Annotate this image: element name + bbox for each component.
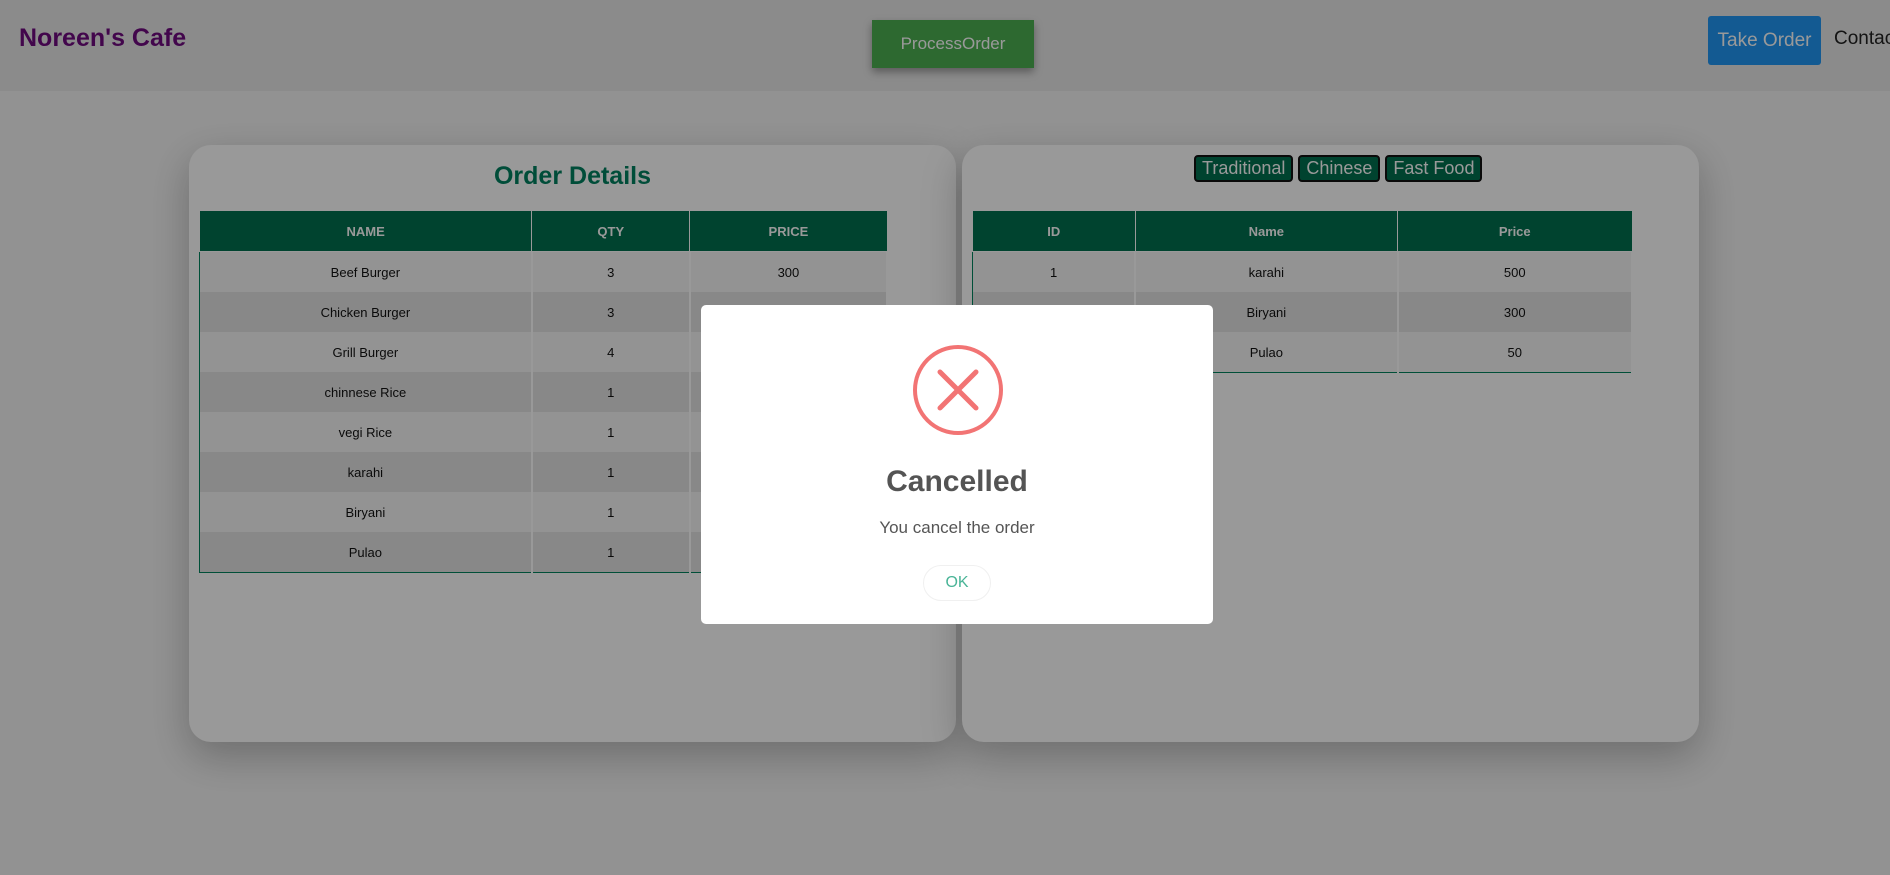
dialog-message: You cancel the order bbox=[879, 518, 1035, 537]
dialog-title: Cancelled bbox=[886, 465, 1028, 498]
cancel-dialog: Cancelled You cancel the order OK bbox=[701, 305, 1213, 624]
ok-button[interactable]: OK bbox=[923, 565, 991, 601]
error-x-icon bbox=[913, 345, 1003, 435]
